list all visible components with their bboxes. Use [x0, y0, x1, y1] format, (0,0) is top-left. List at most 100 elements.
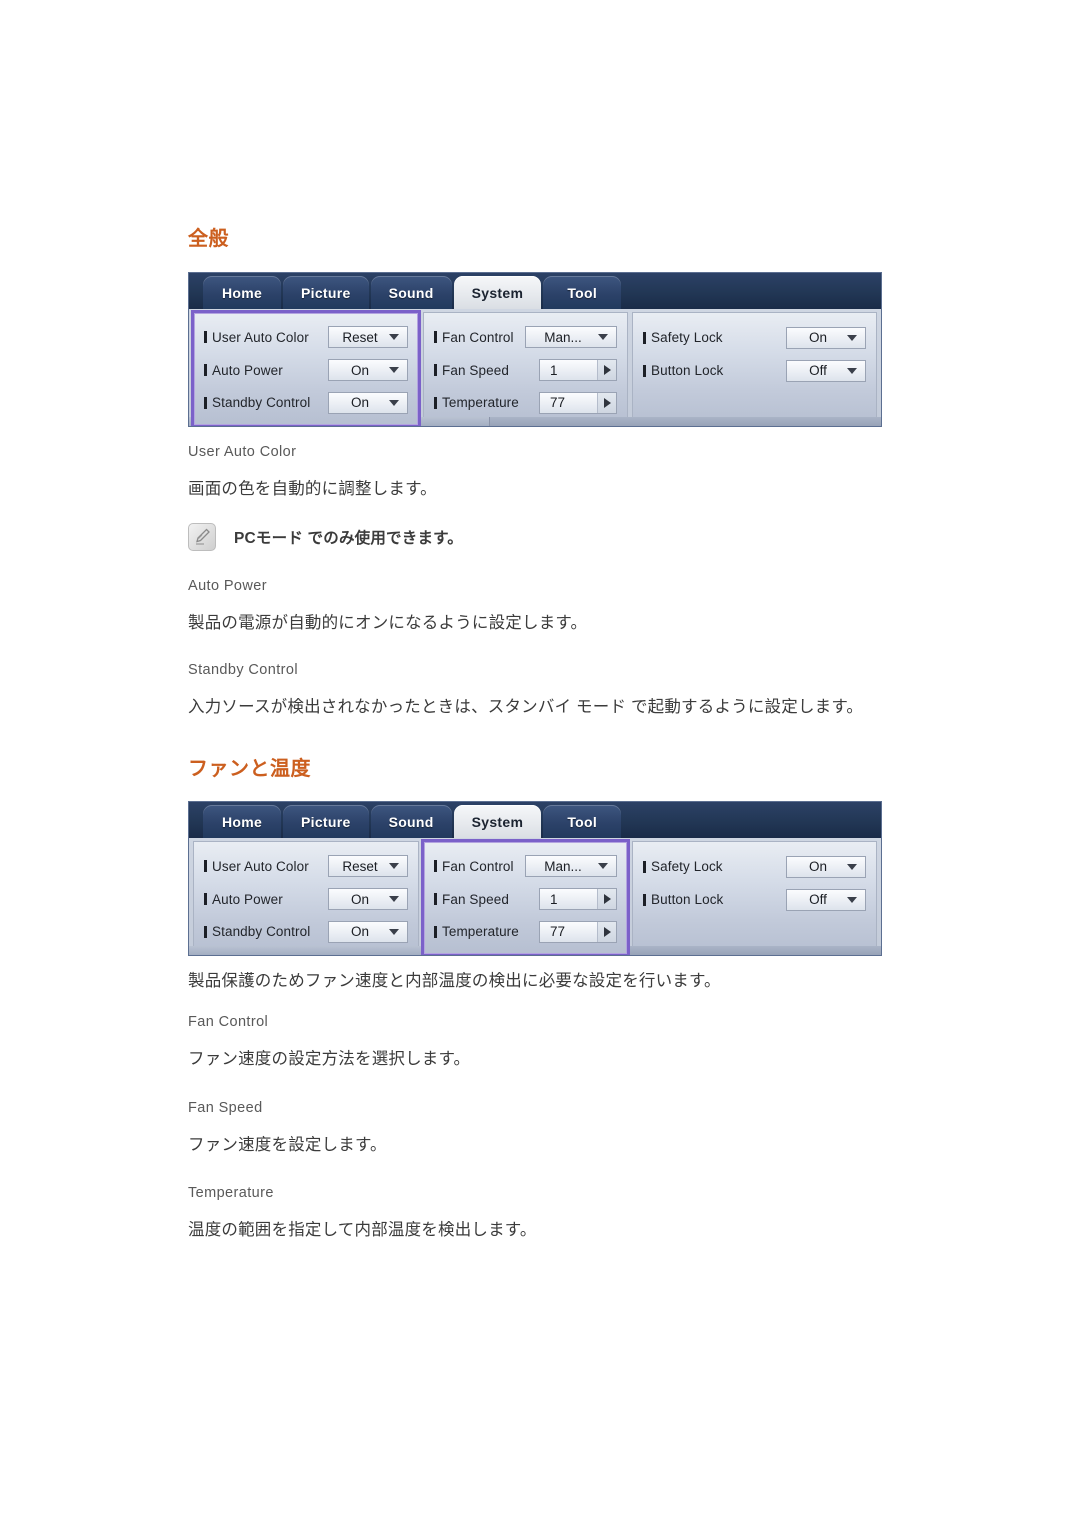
osd-container: Home Picture Sound System Tool User Auto Colo…	[188, 272, 882, 427]
setting-label: Button Lock	[643, 892, 723, 907]
setting-label: Standby Control	[204, 924, 310, 939]
setting-dropdown[interactable]: Off	[786, 888, 866, 911]
tab-system[interactable]: System	[453, 805, 542, 838]
setting-dropdown[interactable]: Man...	[525, 326, 617, 349]
osd-tabs: Home Picture Sound System Tool	[203, 276, 622, 309]
setting-dropdown[interactable]: On	[328, 920, 408, 943]
definition-entry: User Auto Color 画面の色を自動的に調整します。 PCモード でのみ使…	[188, 444, 888, 552]
settings-panel-3: Safety Lock On Button Lock Off	[632, 312, 877, 426]
bullet-marker	[434, 893, 437, 905]
setting-row: Fan Speed 1	[434, 354, 617, 387]
bullet-marker	[204, 396, 207, 409]
setting-value: 1	[550, 891, 558, 907]
definition-term: User Auto Color	[188, 444, 297, 460]
chevron-down-icon	[847, 334, 857, 341]
spinner-increment-button[interactable]	[597, 921, 616, 942]
setting-value: On	[808, 859, 827, 874]
setting-dropdown[interactable]: Reset	[328, 326, 408, 349]
setting-dropdown[interactable]: Reset	[328, 855, 408, 878]
tab-sound[interactable]: Sound	[370, 276, 452, 309]
setting-label-text: Standby Control	[212, 924, 311, 940]
definition-entry: Auto Power 製品の電源が自動的にオンになるように設定します。	[188, 578, 888, 635]
spinner-increment-button[interactable]	[597, 392, 616, 413]
setting-row: Fan Speed 1	[434, 883, 617, 916]
setting-label-text: Fan Speed	[442, 891, 509, 907]
setting-label-text: Button Lock	[651, 363, 724, 378]
section-heading: ファンと温度	[188, 758, 311, 780]
setting-dropdown[interactable]: Man...	[525, 855, 617, 878]
setting-dropdown[interactable]: On	[328, 391, 408, 414]
tab-tool[interactable]: Tool	[543, 276, 622, 309]
osd-tab-bar: Home Picture Sound System Tool	[189, 273, 881, 309]
definition-description: ファン速度の設定方法を選択します。	[188, 1050, 471, 1068]
setting-value: On	[350, 891, 369, 907]
bullet-marker	[434, 925, 437, 938]
bullet-marker	[204, 364, 207, 376]
setting-dropdown[interactable]: On	[328, 888, 408, 910]
definition-description: 入力ソースが検出されなかったときは、スタンバイ モード で起動するように設定しま…	[188, 698, 864, 716]
setting-label-text: Temperature	[442, 395, 519, 411]
setting-label-text: Temperature	[442, 924, 519, 940]
spinner-increment-button[interactable]	[597, 360, 616, 380]
setting-dropdown[interactable]: Off	[786, 359, 866, 382]
setting-label: User Auto Color	[204, 859, 309, 874]
tab-sound[interactable]: Sound	[370, 805, 452, 838]
setting-row: Safety Lock On	[643, 321, 866, 354]
bullet-marker	[204, 331, 207, 344]
chevron-right-icon	[603, 926, 611, 937]
setting-value: Man...	[544, 858, 582, 874]
chevron-down-icon	[389, 399, 399, 406]
setting-label: Safety Lock	[643, 859, 723, 874]
setting-label: Fan Speed	[434, 363, 509, 378]
setting-value: 77	[550, 395, 566, 411]
bullet-marker	[434, 860, 437, 873]
bullet-marker	[434, 396, 437, 409]
chevron-down-icon	[389, 367, 399, 373]
setting-label: Button Lock	[643, 363, 723, 378]
document-page: 全般 Home Picture Sound System Tool User Auto Co…	[0, 0, 1080, 1527]
tab-home[interactable]: Home	[203, 276, 281, 309]
setting-label-text: Safety Lock	[651, 859, 723, 874]
settings-panel-1: User Auto Color Reset Auto Power On Standby …	[193, 841, 419, 955]
chevron-right-icon	[603, 894, 611, 904]
definition-description: 温度の範囲を指定して内部温度を検出します。	[188, 1221, 537, 1239]
osd-menu-screenshot: Home Picture Sound System Tool User Auto Colo…	[188, 801, 882, 956]
osd-menu-screenshot: Home Picture Sound System Tool User Auto Colo…	[188, 272, 882, 427]
setting-label-text: User Auto Color	[212, 329, 309, 345]
setting-dropdown[interactable]: On	[786, 855, 866, 878]
definition-entry: Fan Speed ファン速度を設定します。	[188, 1100, 888, 1157]
setting-spinner[interactable]: 77	[539, 391, 617, 414]
bullet-marker	[434, 364, 437, 376]
setting-label: Fan Control	[434, 330, 514, 345]
setting-value: On	[808, 330, 827, 345]
tab-home[interactable]: Home	[203, 805, 281, 838]
setting-row: User Auto Color Reset	[204, 850, 408, 883]
tab-tool[interactable]: Tool	[543, 805, 622, 838]
setting-row: Fan Control Man...	[434, 321, 617, 354]
setting-row: Auto Power On	[204, 354, 408, 387]
setting-value: On	[350, 362, 369, 378]
setting-spinner[interactable]: 1	[539, 359, 617, 381]
definition-entry: Standby Control 入力ソースが検出されなかったときは、スタンバイ モ…	[188, 662, 888, 719]
bullet-marker	[204, 925, 207, 938]
setting-dropdown[interactable]: On	[328, 359, 408, 381]
setting-row: Standby Control On	[204, 915, 408, 948]
tab-system[interactable]: System	[453, 276, 542, 309]
chevron-down-icon	[389, 896, 399, 902]
setting-label-text: Fan Control	[442, 858, 514, 874]
spinner-increment-button[interactable]	[597, 889, 616, 909]
chevron-down-icon	[389, 334, 399, 341]
setting-dropdown[interactable]: On	[786, 326, 866, 349]
setting-row: Standby Control On	[204, 386, 408, 419]
bullet-marker	[643, 331, 646, 344]
setting-spinner[interactable]: 77	[539, 920, 617, 943]
setting-spinner[interactable]: 1	[539, 888, 617, 910]
setting-label-text: Safety Lock	[651, 330, 723, 345]
bullet-marker	[643, 893, 646, 906]
setting-label: User Auto Color	[204, 330, 309, 345]
settings-panel-2: Fan Control Man... Fan Speed 1 Temperature 77	[421, 839, 630, 955]
setting-row: Fan Control Man...	[434, 850, 617, 883]
tab-picture[interactable]: Picture	[283, 276, 369, 309]
tab-picture[interactable]: Picture	[283, 805, 369, 838]
definition-description: 画面の色を自動的に調整します。	[188, 480, 437, 498]
